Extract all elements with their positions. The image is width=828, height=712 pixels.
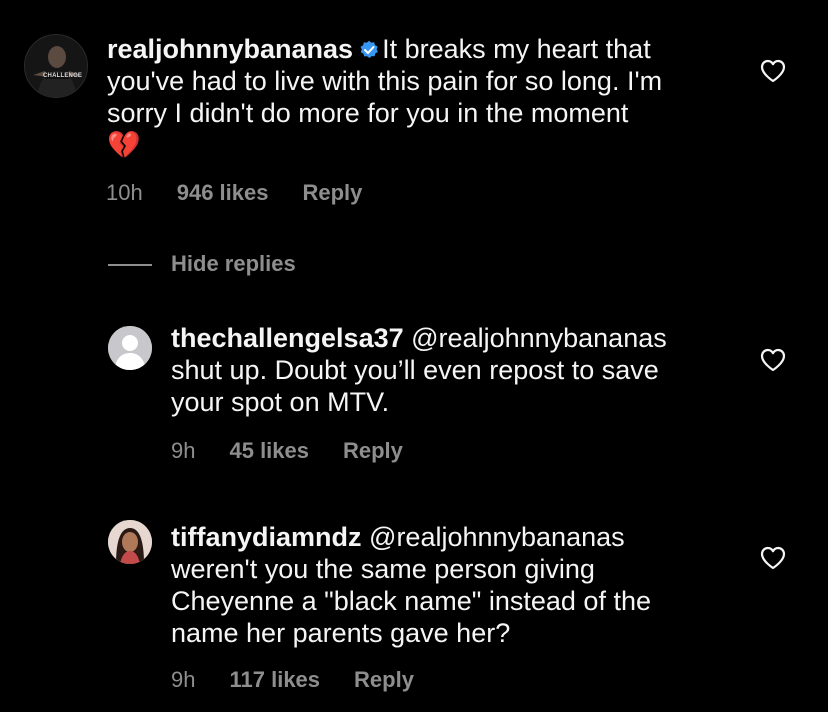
reply-timestamp: 9h bbox=[171, 438, 196, 463]
reply-timestamp: 9h bbox=[171, 667, 196, 692]
reply-body: tiffanydiamndz @realjohnnybananas weren'… bbox=[171, 521, 741, 649]
reply-reply-button[interactable]: Reply bbox=[354, 667, 414, 693]
comment-body: realjohnnybananas It breaks my heart that… bbox=[107, 33, 747, 161]
comment-meta: 10h 946 likes Reply bbox=[106, 180, 362, 206]
like-heart-icon[interactable] bbox=[760, 348, 786, 372]
reply-username[interactable]: thechallengelsa37 bbox=[171, 323, 404, 353]
comment-text-line2: you've had to live with this pain for so… bbox=[107, 66, 663, 96]
reply-meta: 9h 45 likes Reply bbox=[171, 438, 403, 464]
reply-text-line1: weren't you the same person giving bbox=[171, 554, 595, 584]
broken-heart-emoji: 💔 bbox=[107, 130, 141, 160]
comment-likes[interactable]: 946 likes bbox=[177, 180, 269, 206]
reply-likes[interactable]: 117 likes bbox=[229, 667, 320, 693]
reply-reply-button[interactable]: Reply bbox=[343, 438, 403, 464]
avatar[interactable]: CHALLENGE bbox=[24, 34, 88, 98]
profile-photo bbox=[25, 35, 87, 97]
hide-replies-line bbox=[108, 264, 152, 266]
hide-replies-button[interactable]: Hide replies bbox=[171, 251, 296, 277]
reply-text-line3: name her parents gave her? bbox=[171, 618, 511, 648]
comment-text-line1: It breaks my heart that bbox=[382, 34, 651, 64]
reply-username[interactable]: tiffanydiamndz bbox=[171, 522, 362, 552]
reply-mention[interactable]: @realjohnnybananas bbox=[369, 522, 625, 552]
reply-body: thechallengelsa37 @realjohnnybananas shu… bbox=[171, 322, 741, 418]
reply-text-line2: Cheyenne a "black name" instead of the bbox=[171, 586, 651, 616]
reply-likes[interactable]: 45 likes bbox=[229, 438, 309, 464]
comment-timestamp: 10h bbox=[106, 180, 143, 205]
comment-reply-button[interactable]: Reply bbox=[302, 180, 362, 206]
reply-text-line1: shut up. Doubt you’ll even repost to sav… bbox=[171, 355, 659, 385]
verified-badge-icon bbox=[360, 40, 378, 58]
default-avatar-icon bbox=[108, 326, 152, 370]
comment-text-line3: sorry I didn't do more for you in the mo… bbox=[107, 98, 629, 128]
like-heart-icon[interactable] bbox=[760, 59, 786, 83]
profile-photo bbox=[108, 520, 152, 564]
comment-username[interactable]: realjohnnybananas bbox=[107, 34, 353, 64]
reply-avatar[interactable] bbox=[108, 520, 152, 564]
avatar-badge-text: CHALLENGE bbox=[43, 73, 83, 79]
reply-text-line2: your spot on MTV. bbox=[171, 387, 390, 417]
like-heart-icon[interactable] bbox=[760, 546, 786, 570]
reply-avatar[interactable] bbox=[108, 326, 152, 370]
reply-mention[interactable]: @realjohnnybananas bbox=[411, 323, 667, 353]
reply-meta: 9h 117 likes Reply bbox=[171, 667, 414, 693]
